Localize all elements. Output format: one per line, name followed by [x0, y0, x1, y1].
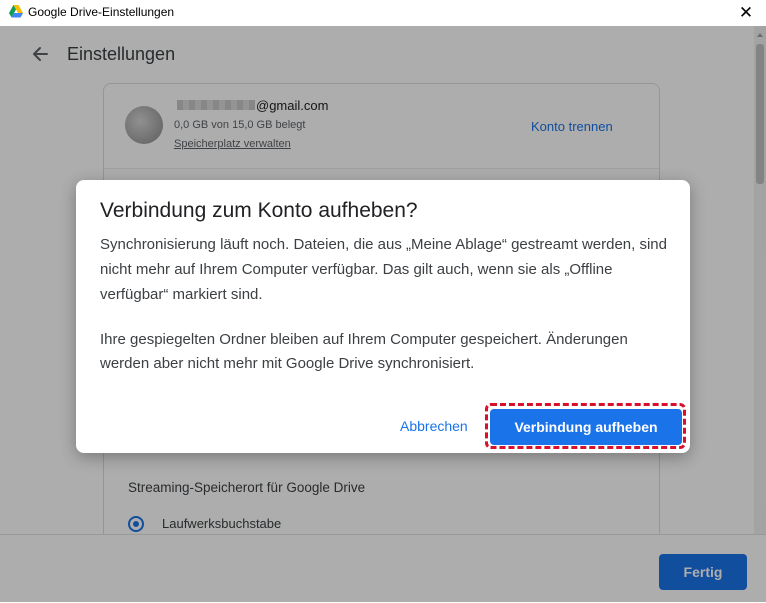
window-titlebar: Google Drive-Einstellungen ✕ — [0, 0, 766, 26]
dialog-paragraph-mirrored: Ihre gespiegelten Ordner bleiben auf Ihr… — [100, 331, 628, 372]
disconnect-dialog: Verbindung zum Konto aufheben? Synchroni… — [76, 180, 690, 453]
window-close-button[interactable]: ✕ — [726, 0, 766, 26]
close-icon: ✕ — [738, 3, 754, 22]
google-drive-icon — [9, 5, 23, 18]
confirm-disconnect-button[interactable]: Verbindung aufheben — [490, 409, 682, 445]
dialog-title: Verbindung zum Konto aufheben? — [100, 199, 418, 222]
window-title: Google Drive-Einstellungen — [28, 5, 175, 19]
dialog-paragraph-sync: Synchronisierung läuft noch. Dateien, di… — [100, 236, 667, 303]
cancel-button[interactable]: Abbrechen — [400, 418, 468, 434]
